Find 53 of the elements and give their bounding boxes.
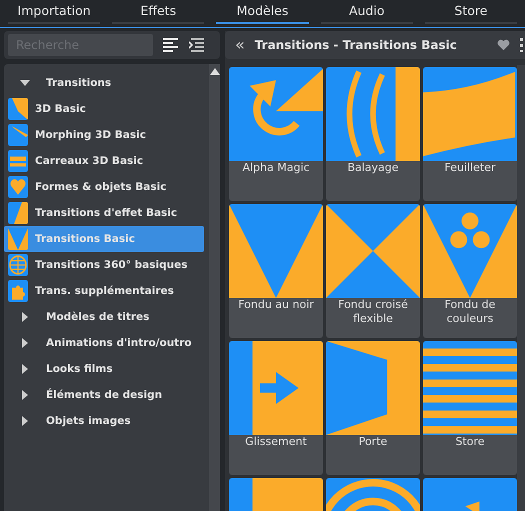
tree-item[interactable]: Modèles de titres <box>4 304 204 330</box>
top-tab[interactable]: Modèles <box>216 0 309 24</box>
top-tab[interactable]: Audio <box>320 0 413 24</box>
top-tab[interactable]: Store <box>424 0 518 24</box>
tree-item[interactable]: Animations d'intro/outro <box>4 330 204 356</box>
category-icon <box>8 150 28 172</box>
heart-icon[interactable] <box>497 39 510 51</box>
tree-item[interactable]: Objets images <box>4 408 204 434</box>
tile-label: Fondu au noir <box>237 298 315 313</box>
tree-item[interactable]: Transitions d'effet Basic <box>4 200 204 226</box>
tile-label: Store <box>454 435 486 450</box>
top-tab[interactable]: Importation <box>8 0 100 24</box>
template-tile[interactable]: Alpha Magic <box>229 67 323 201</box>
template-tile[interactable]: Feuilleter <box>423 67 517 201</box>
category-icon <box>8 280 28 302</box>
tree-item[interactable]: Looks films <box>4 356 204 382</box>
tree-item[interactable]: Transitions <box>4 70 204 96</box>
tree-item[interactable]: Transitions 360° basiques <box>4 252 204 278</box>
tile-label: Fondu de couleurs <box>444 298 496 327</box>
category-icon <box>8 124 28 146</box>
tree-item[interactable]: Formes & objets Basic <box>4 174 204 200</box>
tile-label: Alpha Magic <box>241 161 311 176</box>
panel-title: Transitions - Transitions Basic <box>254 38 458 52</box>
scrollbar[interactable] <box>517 65 525 511</box>
category-icon <box>8 228 28 250</box>
template-tile[interactable]: Fondu croisé flexible <box>326 204 420 338</box>
top-tab[interactable]: Effets <box>112 0 204 24</box>
indent-icon[interactable] <box>189 38 205 52</box>
tree-item[interactable]: Morphing 3D Basic <box>4 122 204 148</box>
tree-item[interactable]: Trans. supplémentaires <box>4 278 204 304</box>
tile-label: Fondu croisé flexible <box>337 298 409 327</box>
template-tile[interactable]: Balayage <box>326 67 420 201</box>
template-tile[interactable]: Store <box>423 341 517 475</box>
tile-label: Feuilleter <box>443 161 496 176</box>
more-icon[interactable] <box>520 38 523 52</box>
template-tile[interactable]: Porte <box>326 341 420 475</box>
template-tile[interactable]: Fondu au noir <box>229 204 323 338</box>
tile-label: Porte <box>358 435 388 450</box>
scroll-up-icon[interactable] <box>210 68 220 75</box>
align-left-icon[interactable] <box>163 38 179 52</box>
tile-label: Glissement <box>244 435 308 450</box>
template-tile[interactable]: Fondu de couleurs <box>423 204 517 338</box>
tree-item[interactable]: 3D Basic <box>4 96 204 122</box>
scrollbar[interactable] <box>209 64 220 511</box>
category-icon <box>8 176 28 198</box>
tree-item[interactable]: Carreaux 3D Basic <box>4 148 204 174</box>
tile-label: Balayage <box>346 161 400 176</box>
back-button[interactable]: « <box>235 35 245 55</box>
tree-item[interactable]: Éléments de design <box>4 382 204 408</box>
category-icon <box>8 202 28 224</box>
category-icon <box>8 98 28 120</box>
category-icon <box>8 254 28 276</box>
template-tile[interactable]: Glissement <box>229 341 323 475</box>
